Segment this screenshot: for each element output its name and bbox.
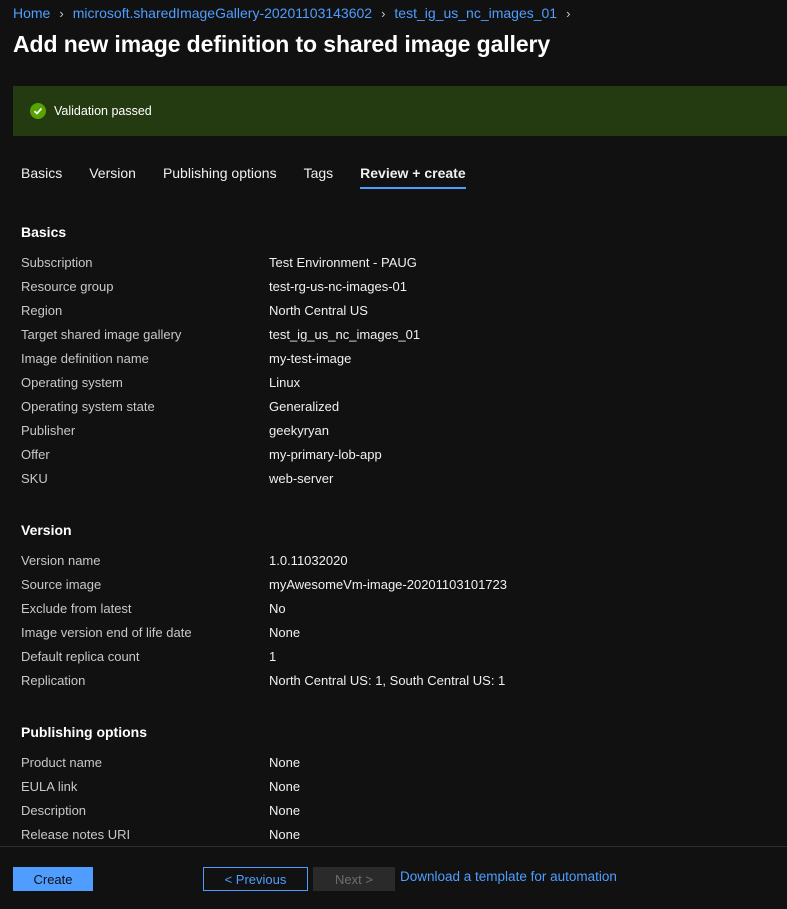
row-value: my-test-image xyxy=(269,351,352,366)
row-value: myAwesomeVm-image-20201103101723 xyxy=(269,577,507,592)
row-value: Linux xyxy=(269,375,301,390)
summary-row: Default replica count 1 xyxy=(21,649,761,669)
summary-row: Description None xyxy=(21,803,761,823)
row-value: test_ig_us_nc_images_01 xyxy=(269,327,421,342)
row-value: None xyxy=(269,779,301,794)
row-label: SKU xyxy=(21,471,48,486)
row-value: North Central US xyxy=(269,303,368,318)
row-label: Region xyxy=(21,303,63,318)
row-value: Generalized xyxy=(269,399,340,414)
section-title-basics: Basics xyxy=(21,224,67,240)
row-label: Release notes URI xyxy=(21,827,131,842)
row-label: Subscription xyxy=(21,255,93,270)
row-value: None xyxy=(269,625,301,640)
row-value: 1 xyxy=(269,649,277,664)
chevron-right-icon: › xyxy=(566,5,571,21)
row-label: Exclude from latest xyxy=(21,601,132,616)
row-label: Version name xyxy=(21,553,101,568)
summary-row: Operating system Linux xyxy=(21,375,761,395)
summary-row: Release notes URI None xyxy=(21,827,761,847)
row-label: Target shared image gallery xyxy=(21,327,182,342)
create-button[interactable]: Create xyxy=(13,867,93,891)
summary-row: Region North Central US xyxy=(21,303,761,323)
success-check-icon xyxy=(30,103,46,119)
row-label: Image version end of life date xyxy=(21,625,192,640)
row-value: None xyxy=(269,803,301,818)
breadcrumb-home[interactable]: Home xyxy=(13,5,50,21)
row-label: Product name xyxy=(21,755,102,770)
row-value: No xyxy=(269,601,286,616)
row-label: Default replica count xyxy=(21,649,140,664)
tab-review-create[interactable]: Review + create xyxy=(360,165,466,189)
summary-row: SKU web-server xyxy=(21,471,761,491)
summary-row: Version name 1.0.11032020 xyxy=(21,553,761,573)
chevron-right-icon: › xyxy=(59,5,64,21)
download-template-link[interactable]: Download a template for automation xyxy=(400,869,617,884)
summary-row: Image version end of life date None xyxy=(21,625,761,645)
row-value: North Central US: 1, South Central US: 1 xyxy=(269,673,506,688)
row-label: Image definition name xyxy=(21,351,149,366)
row-value: my-primary-lob-app xyxy=(269,447,382,462)
next-button[interactable]: Next > xyxy=(313,867,395,891)
validation-text: Validation passed xyxy=(54,104,152,118)
row-label: Offer xyxy=(21,447,50,462)
footer-divider xyxy=(0,846,787,847)
summary-row: Image definition name my-test-image xyxy=(21,351,761,371)
row-value: geekyryan xyxy=(269,423,329,438)
summary-row: EULA link None xyxy=(21,779,761,799)
breadcrumb: Home › microsoft.sharedImageGallery-2020… xyxy=(13,5,579,21)
row-label: Publisher xyxy=(21,423,76,438)
row-label: Resource group xyxy=(21,279,114,294)
summary-row: Target shared image gallery test_ig_us_nc… xyxy=(21,327,761,347)
summary-row: Offer my-primary-lob-app xyxy=(21,447,761,467)
validation-banner: Validation passed xyxy=(13,86,787,136)
row-value: None xyxy=(269,827,301,842)
row-value: 1.0.11032020 xyxy=(269,553,348,568)
summary-row: Operating system state Generalized xyxy=(21,399,761,419)
chevron-right-icon: › xyxy=(381,5,386,21)
wizard-tabs: Basics Version Publishing options Tags R… xyxy=(21,165,493,189)
summary-row: Subscription Test Environment - PAUG xyxy=(21,255,761,275)
summary-row: Product name None xyxy=(21,755,761,775)
tab-tags[interactable]: Tags xyxy=(304,165,334,189)
row-value: test-rg-us-nc-images-01 xyxy=(269,279,407,294)
row-label: Operating system xyxy=(21,375,123,390)
row-value: web-server xyxy=(269,471,334,486)
tab-publishing-options[interactable]: Publishing options xyxy=(163,165,277,189)
summary-row: Publisher geekyryan xyxy=(21,423,761,443)
tab-basics[interactable]: Basics xyxy=(21,165,62,189)
row-label: EULA link xyxy=(21,779,78,794)
row-value: None xyxy=(269,755,301,770)
section-title-version: Version xyxy=(21,522,72,538)
tab-version[interactable]: Version xyxy=(89,165,136,189)
row-label: Operating system state xyxy=(21,399,155,414)
row-label: Source image xyxy=(21,577,102,592)
summary-row: Resource group test-rg-us-nc-images-01 xyxy=(21,279,761,299)
summary-row: Source image myAwesomeVm-image-2020110310… xyxy=(21,577,761,597)
breadcrumb-image-gallery[interactable]: test_ig_us_nc_images_01 xyxy=(394,5,557,21)
page-title: Add new image definition to shared image… xyxy=(13,31,551,57)
previous-button[interactable]: < Previous xyxy=(203,867,308,891)
summary-row: Exclude from latest No xyxy=(21,601,761,621)
row-value: Test Environment - PAUG xyxy=(269,255,417,270)
row-label: Replication xyxy=(21,673,86,688)
breadcrumb-gallery-resource[interactable]: microsoft.sharedImageGallery-20201103143… xyxy=(73,5,372,21)
section-title-publishing-options: Publishing options xyxy=(21,724,147,740)
row-label: Description xyxy=(21,803,87,818)
summary-row: Replication North Central US: 1, South Ce… xyxy=(21,673,761,693)
